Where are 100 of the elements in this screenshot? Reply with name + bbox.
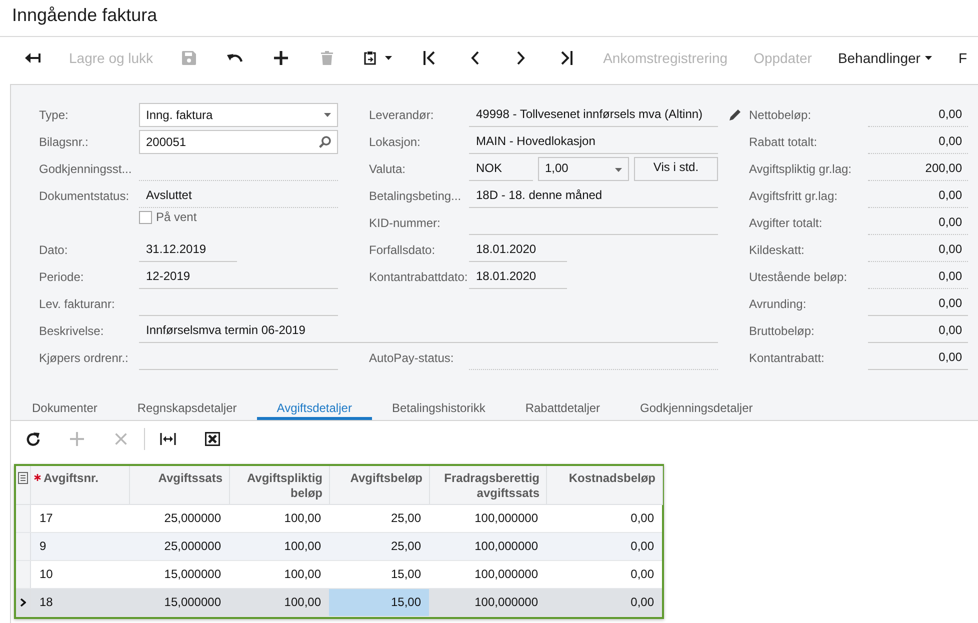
clipboard-icon	[364, 51, 376, 65]
table-row[interactable]: 18 15,000000 100,00 15,00 100,000000 0,00	[16, 588, 662, 616]
date-field[interactable]: 31.12.2019	[139, 238, 237, 262]
table-cell: 25,00	[329, 504, 429, 532]
amount-field[interactable]: 0,00	[868, 346, 968, 370]
menu-button[interactable]: Behandlinger	[824, 38, 946, 78]
chevron-bar-left-icon	[423, 51, 436, 65]
plus-icon	[70, 432, 84, 446]
search-icon[interactable]	[319, 136, 331, 148]
tab[interactable]: Rabattdetaljer	[505, 395, 620, 420]
table-cell: 15,000000	[129, 560, 229, 588]
dropdown-field[interactable]: Inng. faktura	[139, 102, 338, 126]
tab[interactable]: Betalingshistorikk	[372, 395, 506, 420]
columns-icon[interactable]	[18, 472, 28, 484]
field-label: Lev. fakturanr:	[39, 296, 116, 310]
field-label: Kjøpers ordrenr.:	[39, 350, 130, 364]
field-label: Nettobeløp:	[749, 108, 812, 122]
undo-icon	[227, 52, 244, 64]
field-label: Beskrivelse:	[39, 324, 105, 338]
table-cell: 10	[30, 560, 129, 588]
table-cell: 0,00	[546, 532, 662, 560]
table-cell: 0,00	[546, 560, 662, 588]
row-pointer-icon	[20, 598, 26, 606]
field-label: KID-nummer:	[369, 216, 442, 230]
field-label: Type:	[39, 108, 70, 122]
chevron-left-icon	[471, 51, 480, 65]
field-label: Lokasjon:	[369, 134, 422, 148]
tab[interactable]: Regnskapsdetaljer	[117, 395, 257, 420]
field-label: Kontantrabattdato:	[369, 270, 469, 284]
column-header[interactable]: Avgiftsbeløp	[329, 466, 429, 504]
fit-width-icon	[160, 433, 176, 445]
toolbar-button[interactable]: F	[945, 38, 978, 78]
rate-dropdown[interactable]: 1,00	[538, 156, 629, 180]
table-row[interactable]: 10 15,000000 100,00 15,00 100,000000 0,00	[16, 560, 662, 588]
text-field[interactable]: 18D - 18. denne måned	[469, 184, 718, 208]
amount-field: 0,00	[868, 264, 968, 288]
table-cell: 9	[30, 532, 129, 560]
text-field[interactable]: 49998 - Tollvesenet innførsels mva (Altinn)	[469, 102, 718, 126]
field-label: Periode:	[39, 270, 85, 284]
amount-field: 200,00	[868, 156, 968, 180]
field-label: Dokumentstatus:	[39, 188, 130, 202]
refresh-icon	[26, 432, 40, 446]
table-row[interactable]: 9 25,000000 100,00 25,00 100,000000 0,00	[16, 532, 662, 560]
table-row[interactable]: 17 25,000000 100,00 25,00 100,000000 0,00	[16, 504, 662, 532]
field-label: Dato:	[39, 242, 69, 256]
currency-field[interactable]: NOK	[469, 156, 533, 180]
field-label: Kontantrabatt:	[749, 350, 826, 364]
text-field[interactable]: Innførselsmva termin 06-2019	[139, 318, 718, 342]
readonly-field: Avsluttet	[139, 184, 338, 208]
chevron-right-icon	[517, 51, 526, 65]
table-cell: 15,000000	[129, 588, 229, 616]
table-cell: 100,00	[229, 560, 329, 588]
plus-icon	[274, 51, 288, 65]
table-cell: 100,000000	[429, 532, 546, 560]
tab[interactable]: Dokumenter	[12, 395, 118, 420]
field-label: Bruttobeløp:	[749, 324, 816, 338]
caret-icon	[324, 112, 331, 116]
chevron-bar-right-icon	[561, 51, 574, 65]
table-cell: 15,00	[329, 588, 429, 616]
field-label: AutoPay-status:	[369, 350, 455, 364]
field-label: Avrunding:	[749, 296, 808, 310]
table-cell: 100,000000	[429, 560, 546, 588]
table-cell: 100,00	[229, 532, 329, 560]
text-field[interactable]: 12-2019	[139, 264, 338, 288]
field-label: Leverandør:	[369, 108, 435, 122]
table-cell: 18	[30, 588, 129, 616]
table-cell: 17	[30, 504, 129, 532]
amount-field: 0,00	[868, 184, 968, 208]
column-header[interactable]: Kostnadsbeløp	[546, 466, 662, 504]
column-header[interactable]: Avgiftssats	[129, 466, 229, 504]
caret-icon	[385, 56, 392, 60]
field-label: Utestående beløp:	[749, 270, 848, 284]
field-label: Bilagsnr.:	[39, 134, 90, 148]
checkbox[interactable]	[139, 211, 152, 224]
boxed-x-icon	[204, 432, 220, 446]
caret-icon	[925, 56, 932, 60]
date-field[interactable]: 18.01.2020	[469, 264, 567, 288]
amount-field[interactable]: 0,00	[868, 318, 968, 342]
lookup-field[interactable]: 200051	[139, 130, 338, 154]
column-header[interactable]: Avgiftsnr.	[30, 466, 129, 504]
amount-field: 0,00	[868, 102, 968, 126]
date-field[interactable]: 18.01.2020	[469, 238, 567, 262]
column-header[interactable]: Avgiftspliktig beløp	[229, 466, 329, 504]
table-cell: 100,000000	[429, 588, 546, 616]
arrow-left-bar-icon	[25, 52, 41, 64]
table-cell: 15,00	[329, 560, 429, 588]
tab[interactable]: Godkjenningsdetaljer	[620, 395, 773, 420]
table-cell: 25,00	[329, 532, 429, 560]
view-base-button[interactable]: Vis i std.	[634, 156, 718, 180]
pencil-icon[interactable]	[729, 108, 741, 120]
field-label: Avgifter totalt:	[749, 216, 824, 230]
table-cell: 25,000000	[129, 504, 229, 532]
column-header[interactable]: Fradragsberettig avgiftssats	[429, 466, 546, 504]
amount-field[interactable]: 0,00	[868, 292, 968, 316]
amount-field: 0,00	[868, 238, 968, 262]
text-field[interactable]: MAIN - Hovedlokasjon	[469, 130, 718, 154]
tab[interactable]: Avgiftsdetaljer	[256, 395, 372, 420]
amount-field: 0,00	[868, 210, 968, 234]
field-label: Godkjenningsst...	[39, 162, 133, 176]
field-label: Rabatt totalt:	[749, 134, 818, 148]
